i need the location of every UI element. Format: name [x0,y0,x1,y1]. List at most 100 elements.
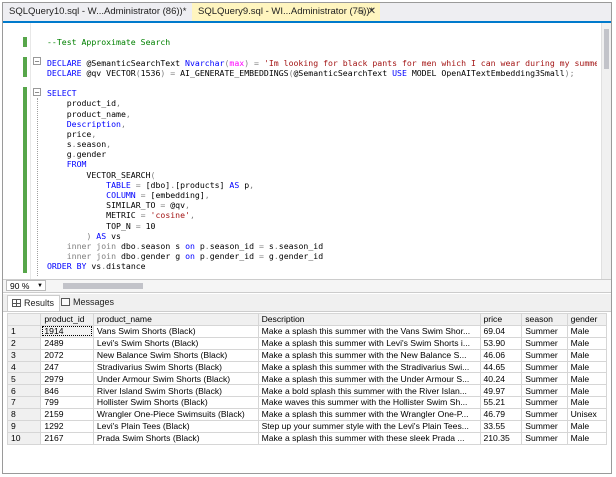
column-header[interactable]: season [521,313,568,326]
code-line[interactable]: --Test Approximate Search [47,37,597,47]
table-row[interactable]: 9 1292 Levi's Plain Tees (Black) Step up yo… [6,420,608,433]
table-cell[interactable]: Make a splash this summer with the Under… [257,372,481,386]
code-line[interactable]: COLUMN = [embedding], [47,190,597,200]
tab-messages[interactable]: Messages [57,295,119,310]
pin-icon[interactable]: ⊣ [356,3,364,21]
table-cell[interactable]: Make a splash this summer with the Vans … [257,324,481,338]
table-cell[interactable]: Levi's Swim Shorts (Black) [92,336,259,350]
column-header[interactable]: Description [257,313,481,326]
table-cell[interactable]: New Balance Swim Shorts (Black) [92,348,259,362]
table-cell[interactable]: 1292 [40,420,94,433]
table-cell[interactable]: 247 [40,360,94,374]
table-cell[interactable]: Under Armour Swim Shorts (Black) [92,372,259,386]
code-line[interactable]: VECTOR_SEARCH( [47,170,597,180]
code-line[interactable] [47,47,597,57]
table-cell[interactable]: Summer [521,372,568,386]
table-cell[interactable]: 49.97 [479,384,523,398]
collapse-icon[interactable]: − [33,88,41,97]
table-cell[interactable]: 46.06 [479,348,523,362]
code-line[interactable] [47,27,597,37]
sql-code[interactable]: --Test Approximate Search DECLARE @Semant… [47,27,597,272]
collapse-icon[interactable]: − [33,57,41,66]
table-cell[interactable]: Wrangler One-Piece Swimsuits (Black) [92,408,259,422]
code-line[interactable]: price, [47,129,597,139]
tab-results[interactable]: Results [7,295,61,311]
column-header[interactable]: product_id [40,313,94,326]
table-cell[interactable]: Male [566,336,608,350]
table-cell[interactable]: Male [566,384,608,398]
table-cell[interactable]: 2159 [40,408,94,422]
table-cell[interactable]: River Island Swim Shorts (Black) [92,384,259,398]
table-cell[interactable]: 2072 [40,348,94,362]
table-cell[interactable]: Vans Swim Shorts (Black) [92,324,259,338]
table-cell[interactable]: 1914 [40,324,94,338]
code-line[interactable] [47,78,597,88]
table-cell[interactable]: 53.90 [479,336,523,350]
code-line[interactable]: TOP_N = 10 [47,221,597,231]
code-line[interactable]: ORDER BY vs.distance [47,261,597,271]
table-cell[interactable]: 846 [40,384,94,398]
column-header[interactable]: price [479,313,523,326]
table-cell[interactable]: 33.55 [479,420,523,433]
editor-vertical-scrollbar[interactable] [601,23,611,279]
table-cell[interactable]: Make a splash this summer with these sle… [257,431,481,445]
table-cell[interactable]: Levi's Plain Tees (Black) [92,420,259,433]
table-cell[interactable]: Summer [521,360,568,374]
table-cell[interactable]: Make a splash this summer with the New B… [257,348,481,362]
table-cell[interactable]: Summer [521,431,568,445]
table-cell[interactable]: Make waves this summer with the Holliste… [257,396,481,410]
code-line[interactable]: DECLARE @SemanticSearchText Nvarchar(max… [47,58,597,68]
corner-cell[interactable] [6,313,42,326]
table-cell[interactable]: 210.35 [479,431,523,445]
code-line[interactable]: TABLE = [dbo].[products] AS p, [47,180,597,190]
table-row[interactable]: 1 1914 Vans Swim Shorts (Black) Make a spla… [6,324,608,338]
row-number[interactable]: 8 [6,408,42,422]
table-cell[interactable]: Stradivarius Swim Shorts (Black) [92,360,259,374]
table-cell[interactable]: Summer [521,408,568,422]
row-number[interactable]: 7 [6,396,42,410]
row-number[interactable]: 4 [6,360,42,374]
row-number[interactable]: 9 [6,420,42,433]
column-header[interactable]: product_name [92,313,259,326]
row-number[interactable]: 3 [6,348,42,362]
table-cell[interactable]: 2167 [40,431,94,445]
code-line[interactable]: FROM [47,159,597,169]
tab-sqlquery9[interactable]: SQLQuery9.sql - WI...Administrator (75))… [192,3,380,21]
code-line[interactable]: s.season, [47,139,597,149]
table-cell[interactable]: Make a splash this summer with the Strad… [257,360,481,374]
query-editor[interactable]: − − --Test Approximate Search DECLARE @Se… [3,23,611,279]
row-number[interactable]: 1 [6,324,42,338]
table-cell[interactable]: 799 [40,396,94,410]
table-cell[interactable]: Step up your summer style with the Levi'… [257,420,481,433]
table-cell[interactable]: Male [566,360,608,374]
table-cell[interactable]: Unisex [566,408,608,422]
table-cell[interactable]: Male [566,396,608,410]
table-cell[interactable]: Male [566,431,608,445]
table-cell[interactable]: Make a splash this summer with Levi's Sw… [257,336,481,350]
code-line[interactable]: SIMILAR_TO = @qv, [47,200,597,210]
table-row[interactable]: 5 2979 Under Armour Swim Shorts (Black) Mak… [6,372,608,386]
code-line[interactable]: inner join dbo.season s on p.season_id =… [47,241,597,251]
table-cell[interactable]: Summer [521,384,568,398]
scrollbar-thumb[interactable] [604,29,609,69]
table-cell[interactable]: Male [566,372,608,386]
table-row[interactable]: 8 2159 Wrangler One-Piece Swimsuits (Black… [6,408,608,422]
row-number[interactable]: 10 [6,431,42,445]
code-line[interactable]: Description, [47,119,597,129]
table-cell[interactable]: Male [566,348,608,362]
table-cell[interactable]: 44.65 [479,360,523,374]
horizontal-scrollbar-thumb[interactable] [63,283,143,289]
table-cell[interactable]: 69.04 [479,324,523,338]
table-cell[interactable]: Male [566,420,608,433]
table-cell[interactable]: 40.24 [479,372,523,386]
table-cell[interactable]: 2489 [40,336,94,350]
table-cell[interactable]: 2979 [40,372,94,386]
table-row[interactable]: 3 2072 New Balance Swim Shorts (Black) Make… [6,348,608,362]
row-number[interactable]: 2 [6,336,42,350]
table-cell[interactable]: Summer [521,336,568,350]
table-cell[interactable]: Summer [521,324,568,338]
results-grid[interactable]: product_id product_name Description pric… [6,313,608,445]
row-number[interactable]: 6 [6,384,42,398]
tab-sqlquery10[interactable]: SQLQuery10.sql - W...Administrator (86))… [3,3,189,21]
table-cell[interactable]: Prada Swim Shorts (Black) [92,431,259,445]
